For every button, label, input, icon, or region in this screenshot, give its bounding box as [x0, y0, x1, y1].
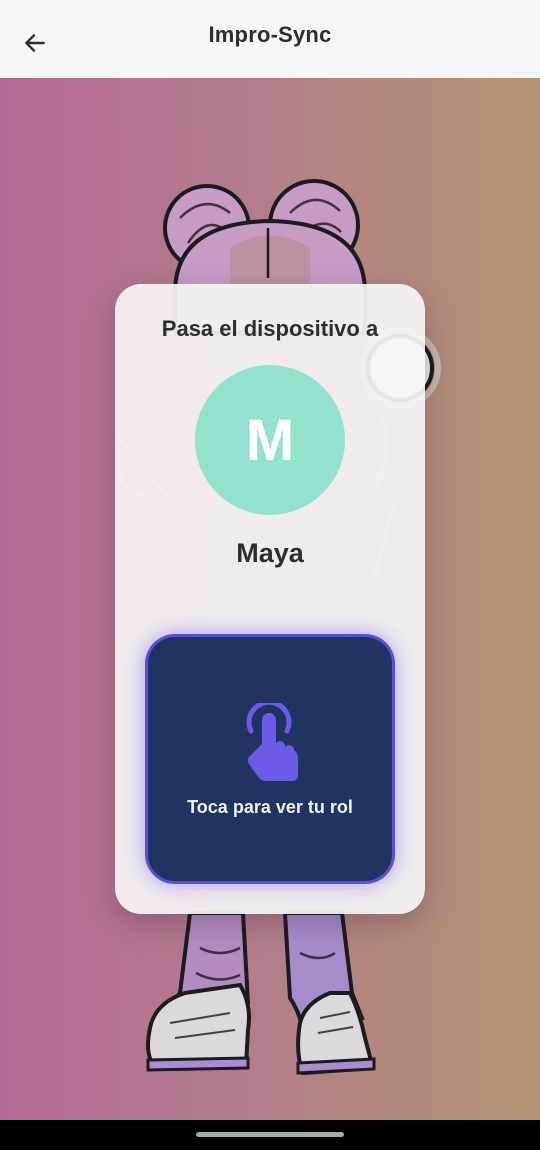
reveal-role-label: Toca para ver tu rol — [187, 797, 353, 817]
back-button[interactable] — [14, 22, 56, 64]
arrow-back-icon — [25, 34, 45, 52]
background-stage: Pasa el dispositivo a M Maya Toca para v… — [0, 78, 540, 1120]
reveal-role-button[interactable]: Toca para ver tu rol — [145, 634, 395, 884]
pass-device-card: Pasa el dispositivo a M Maya Toca para v… — [115, 284, 425, 914]
page-title: Impro-Sync — [208, 22, 332, 47]
avatar-initial: M — [245, 407, 295, 473]
app-bar: Impro-Sync — [0, 0, 540, 78]
home-indicator[interactable] — [196, 1132, 344, 1137]
player-name: Maya — [236, 538, 304, 568]
system-navigation-bar — [0, 1120, 540, 1150]
pass-device-label: Pasa el dispositivo a — [161, 316, 379, 341]
tap-finger-icon — [246, 703, 298, 781]
avatar: M — [195, 365, 345, 515]
